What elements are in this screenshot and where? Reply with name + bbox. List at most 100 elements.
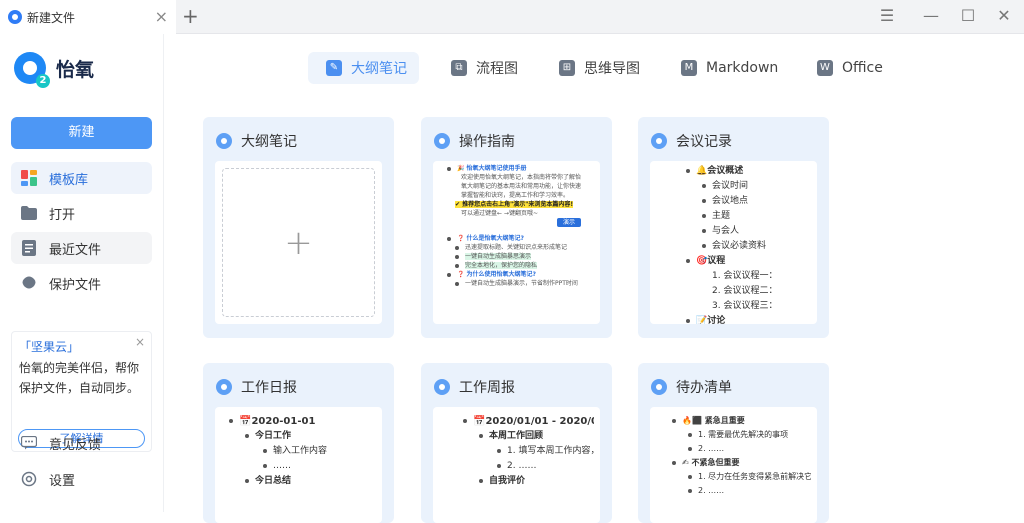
outline-line: 会议地点 (656, 194, 811, 209)
card-title: 操作指南 (459, 134, 515, 150)
template-card-todo[interactable]: 待办清单 🔥⬛ 紧急且重要 1. 需要最优先解决的事项 2. …… ✍ 不紧急但… (638, 363, 829, 523)
outline-line: 本周工作回顾 (439, 429, 594, 444)
tab-office[interactable]: W Office (817, 52, 883, 84)
outline-line: 可以通过键盘← →键翻页哦~ (461, 210, 538, 217)
brand-logo-icon: 2 (14, 52, 50, 88)
sidebar: 2 怡氧 新建 模板库 打开 最近文件 保护文件 「坚果云」 × 怡氧的完美伴侣… (0, 34, 164, 512)
outline-line: 2. …… (656, 442, 811, 456)
card-header: 操作指南 (434, 131, 515, 151)
template-card-meeting[interactable]: 会议记录 🔔会议概述 会议时间 会议地点 主题 与会人 会议必读资料 🎯议程 1… (638, 117, 829, 338)
promo-close-icon[interactable]: × (135, 335, 145, 349)
outline-line: 会议必读资料 (656, 239, 811, 254)
tab-mindmap[interactable]: ⊞ 思维导图 (559, 52, 640, 84)
outline-line: 迅速提取标题、关键知识点来形成笔记 (439, 243, 594, 252)
tab-markdown[interactable]: M Markdown (681, 52, 778, 84)
outline-line: 🎉 怡氧大纲笔记使用手册 (439, 164, 594, 173)
menu-icon[interactable]: ☰ (876, 5, 898, 27)
outline-line: 氧大纲笔记的基本用法和常用功能，让你快速 (461, 183, 582, 190)
guide-outline: 🎉 怡氧大纲笔记使用手册 欢迎使用怡氧大纲笔记，本指南将带你了解怡 氧大纲笔记的… (439, 164, 594, 288)
outline-line: 今日总结 (221, 474, 376, 489)
template-card-guide[interactable]: 操作指南 🎉 怡氧大纲笔记使用手册 欢迎使用怡氧大纲笔记，本指南将带你了解怡 氧… (421, 117, 612, 338)
plus-icon: + (284, 222, 313, 263)
template-icon (21, 170, 37, 186)
weekly-outline: 📅2020/01/01 - 2020/01/07 本周工作回顾 1. 填写本周工… (439, 414, 594, 489)
feedback-icon (21, 435, 37, 451)
outline-line: 2. …… (439, 459, 594, 474)
outline-line: 🔥⬛ 紧急且重要 (656, 414, 811, 428)
outline-line: 一键自动生成脑暴思演示 (439, 252, 594, 261)
note-icon (216, 133, 232, 149)
card-title: 待办清单 (676, 380, 732, 396)
card-title: 会议记录 (676, 134, 732, 150)
outline-line: 输入工作内容 (221, 444, 376, 459)
new-blank-area[interactable]: + (222, 168, 375, 317)
card-header: 工作周报 (434, 377, 515, 397)
outline-line: 📅2020-01-01 (221, 414, 376, 429)
outline-line: 🎯议程 (656, 254, 811, 269)
sidebar-item-recent[interactable]: 最近文件 (11, 232, 152, 264)
sidebar-item-label: 打开 (49, 207, 76, 223)
template-card-weekly-report[interactable]: 工作周报 📅2020/01/01 - 2020/01/07 本周工作回顾 1. … (421, 363, 612, 523)
outline-line: 1. 填写本周工作内容，例 (439, 444, 594, 459)
new-button[interactable]: 新建 (11, 117, 152, 149)
card-header: 大纲笔记 (216, 131, 297, 151)
mindmap-icon: ⊞ (559, 60, 575, 76)
tab-label: 思维导图 (584, 61, 640, 77)
folder-icon (21, 205, 37, 221)
flowchart-icon: ⧉ (451, 60, 467, 76)
tab-close-icon[interactable]: × (155, 7, 168, 27)
settings-button[interactable]: 设置 (11, 463, 152, 495)
note-icon (651, 133, 667, 149)
title-bar: 新建文件 × + ☰ — ☐ ✕ (0, 0, 1024, 34)
close-window-button[interactable]: ✕ (993, 5, 1015, 27)
outline-line: ✔ 推荐您点击右上角"演示"来浏览本篇内容! (455, 201, 574, 208)
maximize-button[interactable]: ☐ (957, 5, 979, 27)
document-tab[interactable]: 新建文件 × (0, 0, 176, 34)
todo-outline: 🔥⬛ 紧急且重要 1. 需要最优先解决的事项 2. …… ✍ 不紧急但重要 1.… (656, 414, 811, 498)
feedback-label: 意见反馈 (49, 437, 102, 453)
promo-text: 怡氧的完美伴侣，帮你保护文件，自动同步。 (19, 361, 140, 395)
outline-line: 会议时间 (656, 179, 811, 194)
outline-line: 欢迎使用怡氧大纲笔记，本指南将带你了解怡 (461, 174, 582, 181)
template-card-outline-note[interactable]: 大纲笔记 + (203, 117, 394, 338)
outline-line: 一键自动生成脑暴演示，节省制作PPT时间 (439, 279, 594, 288)
tab-label: 流程图 (476, 61, 518, 77)
outline-line: 完全本地化，保护您的隐私 (439, 261, 594, 270)
sidebar-item-label: 模板库 (49, 172, 89, 188)
note-icon (434, 379, 450, 395)
outline-line: 自我评价 (439, 474, 594, 489)
outline-line: ❓ 为什么使用怡氧大纲笔记? (439, 270, 594, 279)
card-title: 工作周报 (459, 380, 515, 396)
tab-label: Office (842, 60, 883, 76)
outline-line: 主题 (656, 209, 811, 224)
daily-outline: 📅2020-01-01 今日工作 输入工作内容 …… 今日总结 (221, 414, 376, 489)
sidebar-item-open[interactable]: 打开 (11, 197, 152, 229)
outline-line: ❓ 什么是怡氧大纲笔记? (439, 234, 594, 243)
tab-flowchart[interactable]: ⧉ 流程图 (451, 52, 518, 84)
new-tab-button[interactable]: + (182, 5, 199, 27)
markdown-icon: M (681, 60, 697, 76)
meeting-outline: 🔔会议概述 会议时间 会议地点 主题 与会人 会议必读资料 🎯议程 1. 会议议… (656, 164, 811, 324)
outline-line: 2. 会议议程二： (712, 286, 778, 296)
feedback-button[interactable]: 意见反馈 (11, 427, 152, 459)
sidebar-item-protect[interactable]: 保护文件 (11, 267, 152, 299)
main-content: ✎ 大纲笔记 ⧉ 流程图 ⊞ 思维导图 M Markdown W Office … (165, 34, 1024, 523)
outline-line: 1. 会议议程一： (712, 271, 778, 281)
minimize-button[interactable]: — (920, 5, 942, 27)
tab-outline-note[interactable]: ✎ 大纲笔记 (308, 52, 419, 84)
outline-line: 1. 需要最优先解决的事项 (656, 428, 811, 442)
card-preview: 🔔会议概述 会议时间 会议地点 主题 与会人 会议必读资料 🎯议程 1. 会议议… (650, 161, 817, 324)
shield-icon (21, 275, 37, 291)
gear-icon (21, 471, 37, 487)
template-card-daily-report[interactable]: 工作日报 📅2020-01-01 今日工作 输入工作内容 …… 今日总结 (203, 363, 394, 523)
outline-note-icon: ✎ (326, 60, 342, 76)
app-logo-icon (8, 10, 22, 24)
demo-button-screenshot: 演示 (557, 218, 582, 227)
note-icon (216, 379, 232, 395)
recent-files-icon (21, 240, 37, 256)
card-preview: + (215, 161, 382, 324)
outline-line: 今日工作 (221, 429, 376, 444)
note-icon (651, 379, 667, 395)
promo-title: 「坚果云」 (19, 340, 80, 354)
sidebar-item-templates[interactable]: 模板库 (11, 162, 152, 194)
